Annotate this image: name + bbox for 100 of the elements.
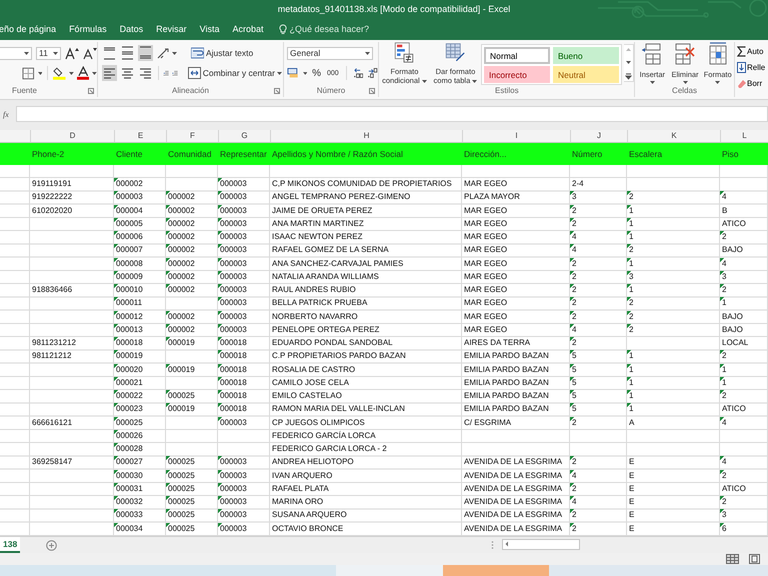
increase-decimal-icon[interactable] (352, 67, 364, 79)
column-header[interactable]: J (570, 130, 627, 142)
page-layout-view-icon[interactable] (749, 554, 760, 564)
dialog-launcher-icon[interactable] (369, 88, 375, 94)
accounting-format-icon[interactable] (287, 67, 299, 79)
column-header[interactable]: L (720, 130, 768, 142)
caret-icon[interactable] (682, 81, 688, 84)
table-cell-text: LOCAL (721, 337, 750, 349)
caret-icon[interactable] (277, 72, 282, 74)
vertical-align-button[interactable] (138, 45, 153, 61)
caret-icon[interactable] (422, 80, 427, 83)
table-cell-text: NATALIA ARANDA WILLIAMS (271, 270, 380, 283)
table-cell-text: BAJO (721, 310, 744, 322)
font-color-icon[interactable] (76, 66, 90, 80)
horizontal-scrollbar[interactable] (502, 538, 580, 550)
caret-icon[interactable] (302, 72, 308, 74)
sheet-tab[interactable]: 138 (0, 536, 20, 553)
align-lines-icon (121, 66, 134, 80)
fill-color-icon[interactable] (53, 66, 66, 80)
borders-icon[interactable] (22, 66, 35, 80)
formula-input[interactable] (16, 106, 768, 122)
dialog-launcher-icon[interactable] (88, 88, 94, 94)
caret-icon[interactable] (38, 72, 42, 74)
table-cell-text: MAR EGEO (463, 310, 508, 322)
align-lines-icon (103, 66, 116, 80)
header-cell-text: Apellidos y Nombre / Razón Social (271, 148, 403, 161)
number-format-dropdown[interactable]: General (287, 46, 373, 60)
add-sheet-icon[interactable] (46, 540, 58, 551)
caret-icon[interactable] (365, 52, 370, 54)
search-field[interactable]: ¿Qué desea hacer? (290, 24, 380, 34)
scroll-down-icon[interactable] (624, 60, 633, 66)
caret-icon[interactable] (92, 72, 97, 74)
column-header[interactable]: H (270, 130, 462, 142)
column-header[interactable]: I (462, 130, 570, 142)
gallery-scrollbar[interactable] (624, 44, 634, 82)
horizontal-align-button[interactable] (102, 65, 117, 81)
lightbulb-icon[interactable] (278, 24, 286, 34)
table-cell-text: BELLA PATRICK PRUEBA (271, 297, 368, 310)
ribbon-tab[interactable]: Datos (120, 24, 144, 34)
table-cell-text: MAR EGEO (463, 270, 508, 283)
column-header[interactable]: G (218, 130, 270, 142)
scroll-left-icon[interactable] (503, 540, 511, 548)
caret-icon[interactable] (172, 52, 177, 54)
insert-function-button[interactable]: fx (3, 110, 9, 118)
sum-icon (737, 46, 746, 57)
ribbon-tab[interactable]: Revisar (156, 24, 187, 34)
column-header[interactable]: E (114, 130, 166, 142)
caret-icon[interactable] (650, 81, 655, 84)
text-orientation-icon[interactable] (156, 46, 169, 60)
table-cell-text: 919222222 (31, 191, 74, 204)
table-cell-text: CP JUEGOS OLIMPICOS (271, 416, 366, 428)
wrap-text-button[interactable]: Ajustar texto (190, 46, 254, 60)
wrap-text-icon (191, 47, 204, 59)
table-cell-text: 9811231212 (31, 337, 77, 349)
caret-icon[interactable] (68, 72, 74, 74)
cell-style-item[interactable]: Bueno (553, 47, 619, 64)
table-cell-text: ANA MARTIN MARTINEZ (271, 218, 365, 230)
expand-gallery-icon[interactable] (624, 73, 633, 80)
caret-icon[interactable] (53, 52, 58, 54)
vertical-align-button[interactable] (102, 45, 117, 61)
editing-button[interactable]: Borr (737, 77, 768, 90)
ribbon-tab[interactable]: Vista (200, 24, 220, 34)
table-cell-text: 666616121 (31, 416, 74, 428)
split-handle-icon[interactable] (491, 540, 494, 550)
table-cell-text: RAUL ANDRES RUBIO (271, 284, 357, 296)
ribbon-tab[interactable]: Acrobat (232, 24, 264, 34)
table-cell-text: PENELOPE ORTEGA PEREZ (271, 324, 380, 336)
percent-button[interactable]: % (311, 66, 322, 80)
merge-center-button[interactable]: Combinar y centrar (186, 66, 283, 80)
grow-font-icon[interactable] (65, 46, 79, 60)
caret-icon[interactable] (24, 52, 29, 54)
ribbon-tab[interactable]: Fórmulas (69, 24, 107, 34)
normal-view-button[interactable] (726, 554, 739, 564)
cell-style-item[interactable]: Neutral (553, 66, 619, 83)
font-size-field[interactable]: 11 (36, 46, 61, 60)
editing-button[interactable]: Auto (737, 45, 768, 58)
column-header[interactable]: F (166, 130, 218, 142)
group-label: Estilos (495, 85, 519, 97)
editing-button[interactable]: Relle (737, 61, 768, 74)
caret-icon[interactable] (715, 81, 720, 84)
font-name-field[interactable] (0, 46, 32, 60)
table-cell-text: 610202020 (31, 204, 74, 216)
shrink-font-icon[interactable] (83, 46, 97, 60)
table-cell-text: E (628, 456, 636, 468)
group-label: Número (316, 85, 346, 97)
column-header[interactable]: K (627, 130, 720, 142)
caret-icon[interactable] (472, 80, 478, 83)
vertical-align-button[interactable] (120, 45, 135, 61)
table-cell-text: NORBERTO NAVARRO (271, 310, 359, 322)
table-cell-text: EMILIA PARDO BAZAN (463, 350, 550, 362)
dialog-launcher-icon[interactable] (274, 88, 280, 94)
table-cell-text: EMILO CASTELAO (271, 390, 343, 402)
decrease-decimal-icon[interactable] (367, 67, 378, 79)
table-cell-text: MAR EGEO (463, 244, 508, 256)
column-header[interactable]: D (30, 130, 114, 142)
table-cell-text: FEDERICO GARCIA LORCA - 2 (271, 443, 388, 455)
cell-style-item[interactable]: Incorrecto (484, 66, 550, 83)
table-cell-text: ATICO (721, 403, 747, 416)
table-cell-text: A (628, 416, 636, 428)
cell-style-item[interactable]: Normal (484, 47, 550, 64)
